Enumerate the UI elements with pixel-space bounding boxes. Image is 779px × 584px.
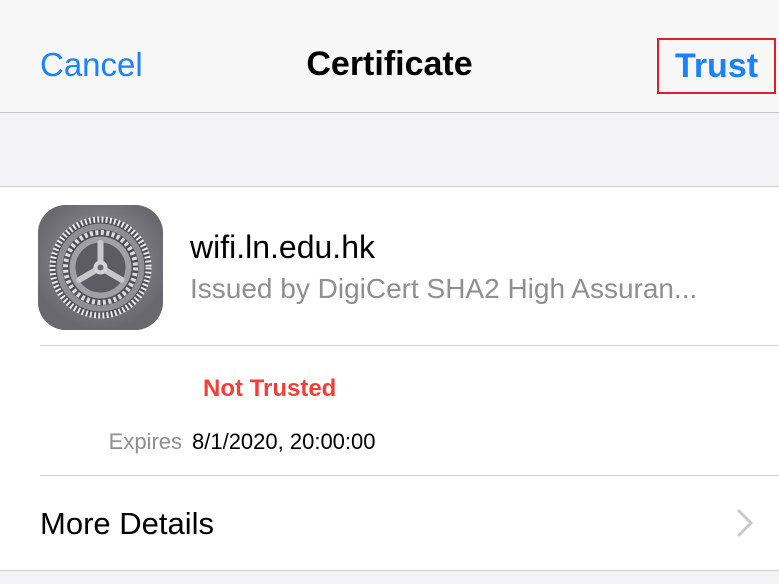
certificate-screen: Cancel Certificate Trust wifi.ln.edu.hk … <box>0 0 779 584</box>
more-details-label: More Details <box>40 506 214 541</box>
certificate-card: wifi.ln.edu.hk Issued by DigiCert SHA2 H… <box>0 186 779 571</box>
trust-status: Not Trusted <box>203 375 337 402</box>
expires-value: 8/1/2020, 20:00:00 <box>192 429 376 454</box>
certificate-name: wifi.ln.edu.hk <box>190 229 375 265</box>
certificate-issuer: Issued by DigiCert SHA2 High Assuran... <box>190 273 698 304</box>
navigation-bar: Cancel Certificate Trust <box>0 0 779 113</box>
chevron-right-icon <box>737 509 753 542</box>
settings-gear-icon <box>38 205 163 330</box>
more-details-row[interactable]: More Details <box>0 476 779 570</box>
trust-button[interactable]: Trust <box>657 38 776 94</box>
divider <box>40 345 779 346</box>
expires-label: Expires <box>108 429 182 454</box>
